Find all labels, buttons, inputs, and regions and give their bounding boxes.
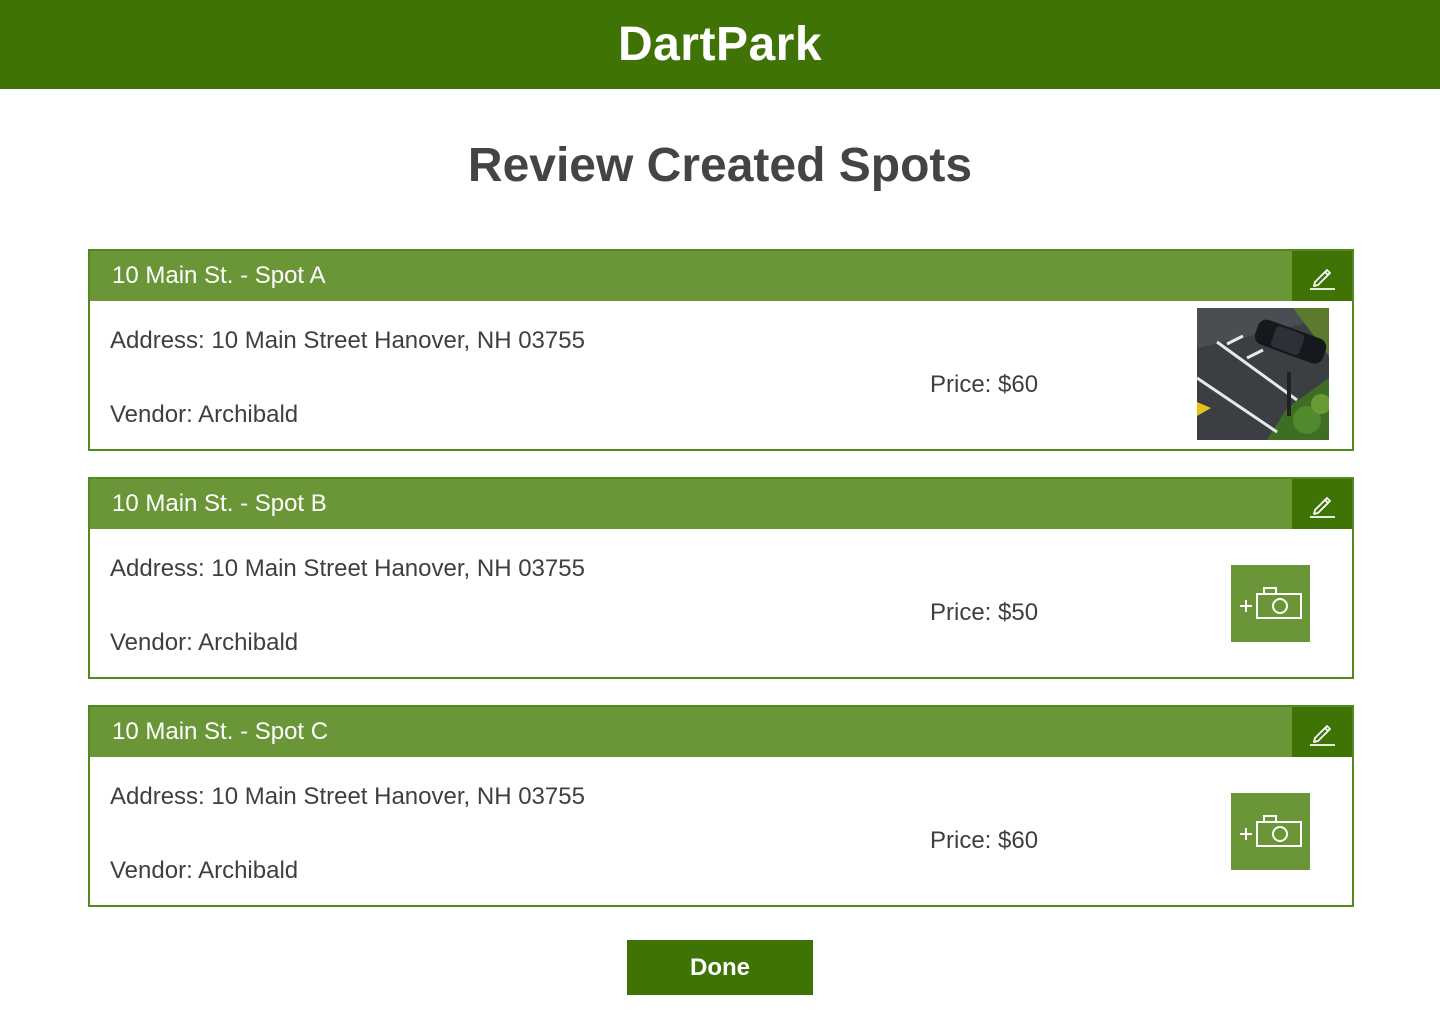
spot-card-header: 10 Main St. - Spot B (90, 479, 1352, 529)
edit-spot-button[interactable] (1292, 479, 1352, 529)
edit-spot-button[interactable] (1292, 707, 1352, 757)
spot-address: Address: 10 Main Street Hanover, NH 0375… (110, 327, 585, 354)
edit-spot-button[interactable] (1292, 251, 1352, 301)
done-button[interactable]: Done (627, 940, 813, 995)
pencil-icon (1310, 725, 1335, 746)
add-camera-icon (1239, 586, 1302, 619)
spot-vendor: Vendor: Archibald (110, 629, 299, 656)
spot-vendor: Vendor: Archibald (110, 857, 299, 884)
spot-address: Address: 10 Main Street Hanover, NH 0375… (110, 555, 585, 582)
spot-price: Price: $60 (930, 371, 1039, 398)
parking-lot-photo (1197, 308, 1329, 440)
app-header: DartPark (0, 0, 1440, 89)
pencil-icon (1310, 269, 1335, 290)
spot-card: 10 Main St. - Spot C Address: 10 Main St… (88, 705, 1354, 907)
spot-vendor: Vendor: Archibald (110, 401, 299, 428)
spot-card: 10 Main St. - Spot B Address: 10 Main St… (88, 477, 1354, 679)
spot-price: Price: $50 (930, 599, 1039, 626)
spot-card: 10 Main St. - Spot A Address: 10 Main St… (88, 249, 1354, 451)
spot-address: Address: 10 Main Street Hanover, NH 0375… (110, 783, 585, 810)
pencil-icon (1310, 497, 1335, 518)
spot-title: 10 Main St. - Spot B (112, 490, 327, 517)
app-title: DartPark (617, 18, 823, 71)
spot-title: 10 Main St. - Spot A (112, 262, 326, 289)
add-photo-button[interactable] (1231, 565, 1310, 642)
add-photo-button[interactable] (1231, 793, 1310, 870)
page-title: Review Created Spots (467, 139, 973, 192)
spot-card-header: 10 Main St. - Spot C (90, 707, 1352, 757)
add-camera-icon (1239, 814, 1302, 847)
spot-price: Price: $60 (930, 827, 1039, 854)
spot-card-header: 10 Main St. - Spot A (90, 251, 1352, 301)
spot-title: 10 Main St. - Spot C (112, 718, 329, 745)
spot-photo[interactable] (1197, 308, 1329, 440)
